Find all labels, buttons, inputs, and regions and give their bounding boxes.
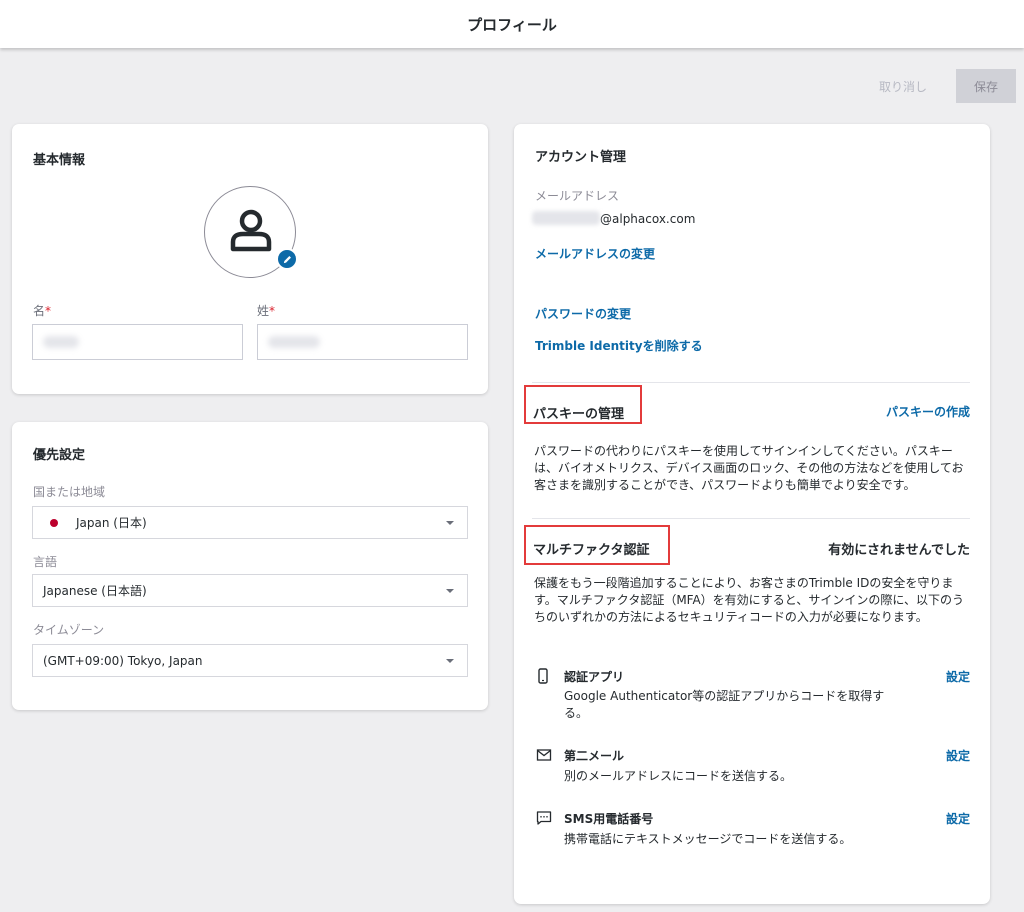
delete-identity-link[interactable]: Trimble Identityを削除する: [535, 337, 703, 354]
email-domain: @alphacox.com: [600, 212, 696, 226]
country-value: Japan (日本): [76, 516, 147, 530]
timezone-label: タイムゾーン: [33, 623, 105, 637]
chevron-down-icon: [446, 521, 454, 525]
divider: [532, 518, 970, 519]
user-icon: [230, 209, 272, 252]
account-card: アカウント管理 メールアドレス @alphacox.com メールアドレスの変更…: [514, 124, 990, 904]
timezone-select[interactable]: (GMT+09:00) Tokyo, Japan: [32, 644, 468, 677]
redacted-first-name: [43, 336, 79, 348]
page-title: プロフィール: [467, 15, 557, 34]
first-name-label: 名*: [33, 304, 52, 318]
method-desc-secondary-email: 別のメールアドレスにコードを送信する。: [564, 769, 793, 783]
timezone-value: (GMT+09:00) Tokyo, Japan: [43, 653, 203, 668]
method-title-secondary-email: 第二メール: [564, 749, 625, 763]
edit-avatar-button[interactable]: [276, 248, 298, 270]
last-name-input[interactable]: [257, 324, 468, 360]
top-bar: プロフィール: [0, 0, 1024, 48]
phone-icon: [536, 668, 550, 688]
redacted-last-name: [268, 336, 320, 348]
country-select[interactable]: Japan (日本): [32, 506, 468, 539]
method-desc-sms: 携帯電話にテキストメッセージでコードを送信する。: [564, 832, 852, 846]
method-desc-auth-app: Google Authenticator等の認証アプリからコードを取得する。: [564, 689, 885, 720]
setup-auth-app-link[interactable]: 設定: [946, 668, 970, 685]
mfa-title: マルチファクタ認証: [533, 543, 650, 558]
language-select[interactable]: Japanese (日本語): [32, 574, 468, 607]
chat-icon: [536, 810, 552, 830]
redacted-email-user: [532, 211, 600, 225]
create-passkey-link[interactable]: パスキーの作成: [886, 403, 970, 420]
first-name-input[interactable]: [32, 324, 243, 360]
preferences-card: 優先設定 国または地域 Japan (日本) 言語 Japanese (日本語)…: [12, 422, 488, 710]
passkey-title: パスキーの管理: [533, 407, 625, 422]
language-label: 言語: [33, 555, 58, 569]
email-label: メールアドレス: [535, 189, 620, 203]
setup-secondary-email-link[interactable]: 設定: [946, 747, 970, 764]
change-email-link[interactable]: メールアドレスの変更: [535, 245, 655, 262]
divider: [532, 382, 970, 383]
basic-info-card: 基本情報 名* 姓*: [12, 124, 488, 394]
method-title-auth-app: 認証アプリ: [564, 670, 625, 684]
setup-sms-link[interactable]: 設定: [946, 810, 970, 827]
japan-flag-icon: [50, 518, 58, 527]
cancel-button[interactable]: 取り消し: [866, 69, 940, 103]
mfa-status: 有効にされませんでした: [828, 543, 970, 558]
mfa-description: 保護をもう一段階追加することにより、お客さまのTrimble IDの安全を守りま…: [534, 576, 964, 624]
language-value: Japanese (日本語): [43, 584, 147, 598]
basic-info-title: 基本情報: [33, 153, 86, 168]
chevron-down-icon: [446, 589, 454, 593]
method-title-sms: SMS用電話番号: [564, 812, 654, 826]
chevron-down-icon: [446, 659, 454, 663]
mail-icon: [536, 747, 552, 766]
passkey-description: パスワードの代わりにパスキーを使用してサインインしてください。パスキーは、バイオ…: [534, 444, 964, 492]
change-password-link[interactable]: パスワードの変更: [535, 305, 631, 322]
account-title: アカウント管理: [535, 150, 627, 165]
last-name-label: 姓*: [257, 304, 276, 318]
save-button[interactable]: 保存: [956, 69, 1016, 103]
preferences-title: 優先設定: [33, 448, 86, 463]
pencil-icon: [283, 255, 291, 263]
country-label: 国または地域: [33, 485, 106, 499]
